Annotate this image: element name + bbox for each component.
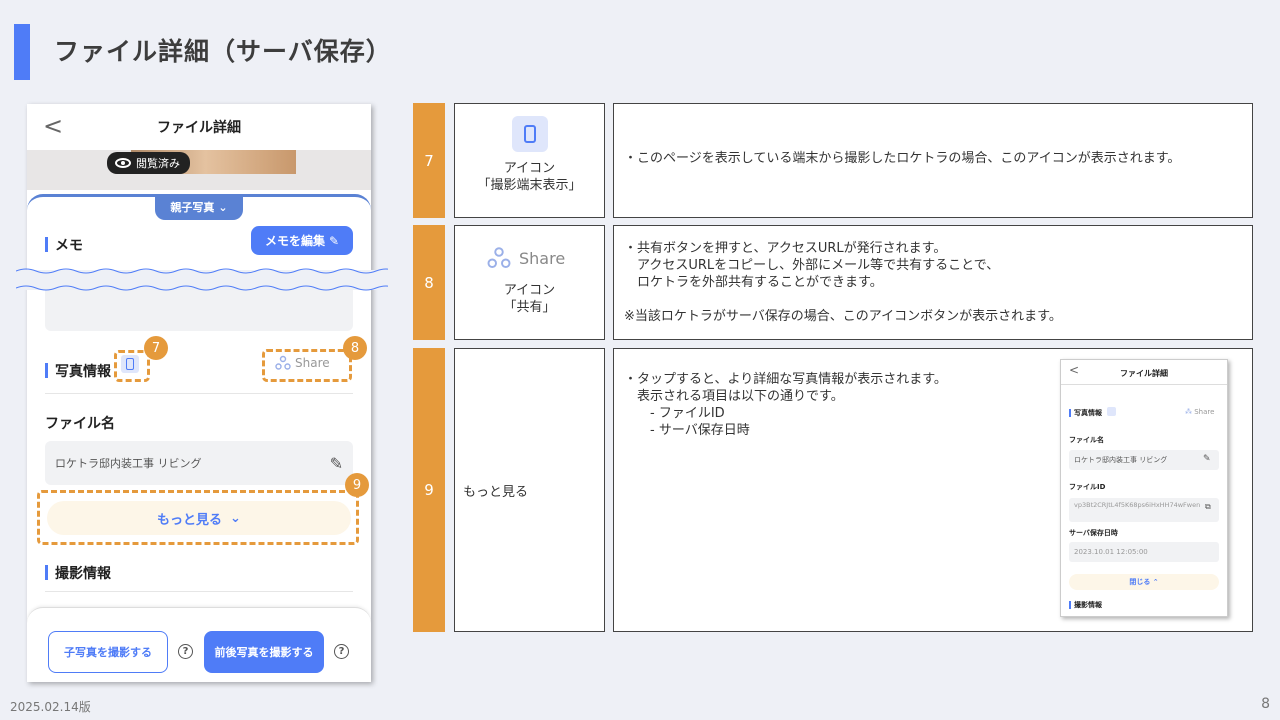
pencil-icon: ✎ xyxy=(328,233,340,248)
row-name-line1: アイコン xyxy=(503,283,556,298)
pencil-icon[interactable]: ✎ xyxy=(330,454,343,473)
callout-highlight-8 xyxy=(262,349,352,382)
viewed-badge: 閲覧済み xyxy=(107,152,190,174)
mini-fileid-value: vp3Bt2CRJtL4f5K68ps6iHxHH74wFwen xyxy=(1069,498,1219,522)
row-number-7: 7 xyxy=(413,103,445,218)
share-label: Share xyxy=(1194,408,1215,416)
footer-date: 2025.02.14版 xyxy=(10,700,91,714)
mini-saved-value: 2023.10.01 12:05:00 xyxy=(1069,542,1219,562)
front-back-photo-button[interactable]: 前後写真を撮影する xyxy=(204,631,324,673)
divider xyxy=(45,393,353,394)
pencil-icon: ✎ xyxy=(1203,454,1211,464)
bottom-action-bar: 子写真を撮影する ? 前後写真を撮影する ? xyxy=(27,607,371,682)
mini-shooting-info: 撮影情報 xyxy=(1069,600,1102,610)
memo-label: メモ xyxy=(45,235,83,255)
mini-close-label: 閉じる xyxy=(1129,578,1151,586)
share-icon: ⁂ xyxy=(1185,408,1192,416)
mini-share: ⁂ Share xyxy=(1185,408,1214,416)
mini-filename-label: ファイル名 xyxy=(1069,436,1104,444)
phone-mockup: < ファイル詳細 閲覧済み 親子写真 ⌄ メモ メモを編集 ✎ 写真情報 Sha xyxy=(27,104,371,682)
row-name-line2: 「共有」 xyxy=(503,300,556,315)
shooting-info-label: 撮影情報 xyxy=(45,563,111,583)
device-icon xyxy=(1107,407,1116,416)
mini-saved-label: サーバ保存日時 xyxy=(1069,529,1118,537)
row-name-cell-8: Share アイコン 「共有」 xyxy=(454,225,605,340)
row-description: ・このページを表示している端末から撮影したロケトラの場合、このアイコンが表示され… xyxy=(624,151,1181,166)
title-accent-bar xyxy=(14,24,30,80)
row-name-cell-9: もっと見る xyxy=(454,348,605,632)
divider xyxy=(1061,384,1227,385)
photo-info-label: 写真情報 xyxy=(45,361,111,381)
page-number: 8 xyxy=(1261,696,1270,712)
device-icon xyxy=(512,116,548,152)
row-name-line1: アイコン xyxy=(503,161,556,176)
viewed-badge-label: 閲覧済み xyxy=(136,157,180,170)
wave-break xyxy=(16,268,388,291)
share-label: Share xyxy=(519,248,566,268)
chevron-down-icon: ⌄ xyxy=(218,200,228,214)
phone-header: < ファイル詳細 xyxy=(27,104,371,150)
parent-child-tab[interactable]: 親子写真 ⌄ xyxy=(155,194,243,220)
chevron-up-icon: ⌃ xyxy=(1152,578,1159,586)
photo-preview[interactable]: 閲覧済み xyxy=(27,150,371,190)
share-icon xyxy=(487,247,511,268)
page-title: ファイル詳細（サーバ保存） xyxy=(54,37,392,66)
row-description: ・タップすると、より詳細な写真情報が表示されます。 表示される項目は以下の通りで… xyxy=(624,372,947,438)
child-photo-button[interactable]: 子写真を撮影する xyxy=(48,631,168,673)
callout-number-7: 7 xyxy=(144,336,168,360)
back-icon[interactable]: < xyxy=(43,112,63,140)
divider xyxy=(45,591,353,592)
phone-header-title: ファイル詳細 xyxy=(157,120,241,136)
callout-number-8: 8 xyxy=(343,336,367,360)
row-name-cell-7: アイコン 「撮影端末表示」 xyxy=(454,103,605,218)
mini-title: ファイル詳細 xyxy=(1120,369,1168,378)
mini-photo-info: 写真情報 xyxy=(1069,408,1102,418)
callout-highlight-7 xyxy=(114,350,150,382)
callout-highlight-9 xyxy=(37,490,359,545)
mini-close-button: 閉じる ⌃ xyxy=(1069,574,1219,590)
row-number-9: 9 xyxy=(413,348,445,632)
filename-label: ファイル名 xyxy=(45,416,115,432)
help-icon[interactable]: ? xyxy=(178,644,193,659)
filename-field[interactable]: ロケトラ邸内装工事 リビング ✎ xyxy=(45,441,353,485)
edit-memo-button[interactable]: メモを編集 ✎ xyxy=(251,226,353,255)
mini-fileid-label: ファイルID xyxy=(1069,483,1106,491)
row-number-8: 8 xyxy=(413,225,445,340)
help-icon[interactable]: ? xyxy=(334,644,349,659)
row-description: ・共有ボタンを押すと、アクセスURLが発行されます。 アクセスURLをコピーし、… xyxy=(624,241,1062,324)
row-name: もっと見る xyxy=(463,485,529,500)
row-desc-cell-7: ・このページを表示している端末から撮影したロケトラの場合、このアイコンが表示され… xyxy=(613,103,1253,218)
row-desc-cell-9: ・タップすると、より詳細な写真情報が表示されます。 表示される項目は以下の通りで… xyxy=(613,348,1253,632)
eye-icon xyxy=(115,158,131,168)
edit-memo-button-label: メモを編集 xyxy=(264,234,325,248)
callout-number-9: 9 xyxy=(345,473,369,497)
row-desc-cell-8: ・共有ボタンを押すと、アクセスURLが発行されます。 アクセスURLをコピーし、… xyxy=(613,225,1253,340)
mini-filename-value: ロケトラ邸内装工事 リビング xyxy=(1074,456,1168,464)
parent-child-tab-label: 親子写真 xyxy=(170,201,215,214)
mini-filename-field: ロケトラ邸内装工事 リビング xyxy=(1069,450,1219,470)
share-button-preview: Share xyxy=(487,246,565,270)
expanded-detail-preview: < ファイル詳細 写真情報 ⁂ Share ファイル名 ロケトラ邸内装工事 リビ… xyxy=(1060,359,1228,617)
filename-value: ロケトラ邸内装工事 リビング xyxy=(55,457,202,470)
row-name-line2: 「撮影端末表示」 xyxy=(477,178,582,193)
copy-icon: ⧉ xyxy=(1205,502,1211,511)
